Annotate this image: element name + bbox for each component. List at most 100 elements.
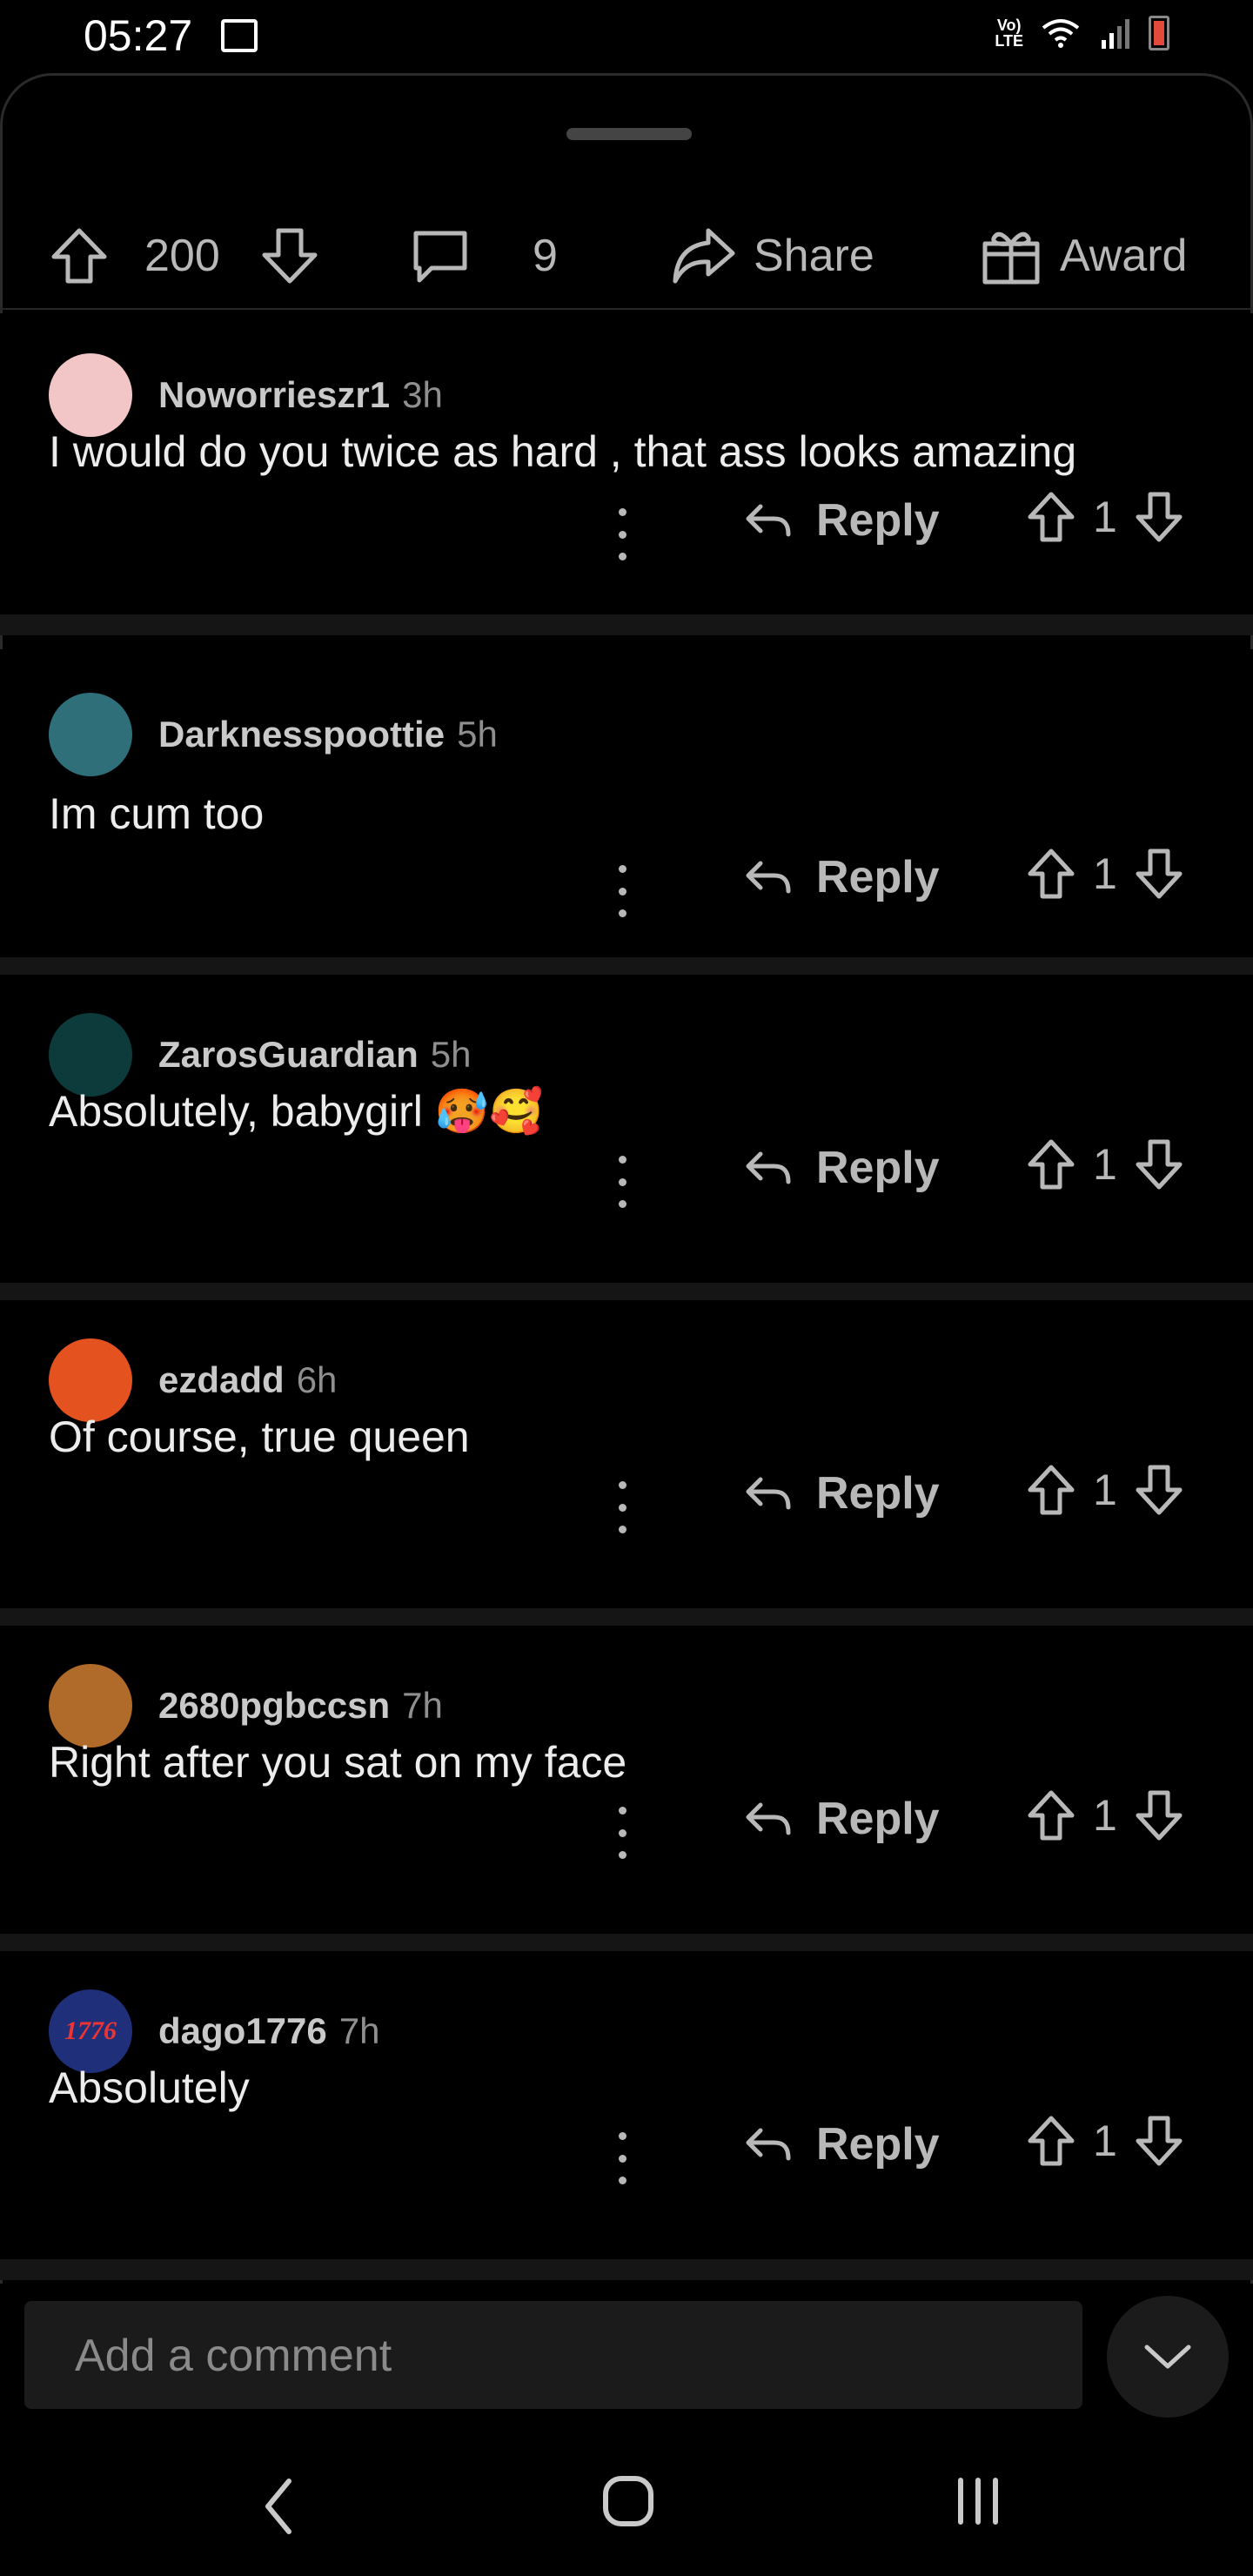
collapse-button[interactable] xyxy=(1107,2296,1229,2418)
reply-button[interactable]: Reply xyxy=(743,1467,940,1519)
home-icon[interactable] xyxy=(600,2473,656,2529)
reply-button[interactable]: Reply xyxy=(743,1142,940,1194)
reply-button[interactable]: Reply xyxy=(743,1793,940,1845)
award-label: Award xyxy=(1060,231,1188,281)
comment-downvote-icon[interactable] xyxy=(1135,491,1183,543)
reply-button[interactable]: Reply xyxy=(743,494,940,547)
battery-icon xyxy=(1149,16,1169,50)
comment-author[interactable]: ezdadd 6h xyxy=(158,1359,337,1401)
comment-upvote-icon[interactable] xyxy=(1027,491,1075,543)
author-name[interactable]: ZarosGuardian xyxy=(158,1034,419,1075)
comment-score: 1 xyxy=(1093,2116,1117,2165)
reply-icon xyxy=(743,1149,792,1187)
drag-handle[interactable] xyxy=(566,128,692,140)
reply-label: Reply xyxy=(816,1143,940,1193)
avatar[interactable] xyxy=(49,1338,132,1422)
comment-item: Darknesspoottie 5h Im cum too Reply 1 xyxy=(0,649,1253,957)
comment-count: 9 xyxy=(533,231,558,281)
comment-age: 6h xyxy=(296,1359,338,1400)
comment-author[interactable]: Darknesspoottie 5h xyxy=(158,714,498,755)
downvote-icon xyxy=(262,228,318,284)
chevron-down-icon xyxy=(1144,2345,1191,2369)
avatar[interactable] xyxy=(49,1664,132,1748)
comment-votes: 1 xyxy=(1027,1464,1183,1516)
more-options-button[interactable] xyxy=(609,2132,635,2184)
downvote-button[interactable] xyxy=(259,221,320,291)
reply-label: Reply xyxy=(816,1468,940,1519)
comment-body: Absolutely xyxy=(49,2063,250,2112)
comment-score: 1 xyxy=(1093,493,1117,541)
comment-upvote-icon[interactable] xyxy=(1027,1138,1075,1191)
comment-author[interactable]: dago1776 7h xyxy=(158,2010,379,2052)
comment-body: Of course, true queen xyxy=(49,1412,470,1461)
comment-item: 1776 dago1776 7h Absolutely Reply 1 xyxy=(0,1951,1253,2259)
avatar[interactable] xyxy=(49,693,132,776)
share-label: Share xyxy=(754,231,874,281)
upvote-icon xyxy=(51,228,107,284)
upvote-button[interactable] xyxy=(49,221,110,291)
more-options-button[interactable] xyxy=(609,865,635,917)
comment-downvote-icon[interactable] xyxy=(1135,1464,1183,1516)
comment-upvote-icon[interactable] xyxy=(1027,2115,1075,2167)
comment-age: 7h xyxy=(402,1685,443,1726)
comment-item: ZarosGuardian 5h Absolutely, babygirl 🥵🥰 … xyxy=(0,975,1253,1283)
author-name[interactable]: 2680pgbccsn xyxy=(158,1685,390,1726)
comment-score: 1 xyxy=(1093,849,1117,898)
volte-indicator: Vo) LTE xyxy=(995,17,1023,50)
comment-upvote-icon[interactable] xyxy=(1027,1464,1075,1516)
author-name[interactable]: Darknesspoottie xyxy=(158,714,445,755)
award-icon xyxy=(982,231,1040,285)
comment-author[interactable]: 2680pgbccsn 7h xyxy=(158,1685,443,1727)
comment-score: 1 xyxy=(1093,1466,1117,1514)
reply-icon xyxy=(743,2125,792,2163)
comment-author[interactable]: Noworrieszr1 3h xyxy=(158,374,443,416)
post-score: 200 xyxy=(144,231,220,281)
avatar[interactable]: 1776 xyxy=(49,1989,132,2073)
author-name[interactable]: ezdadd xyxy=(158,1359,285,1400)
comment-downvote-icon[interactable] xyxy=(1135,2115,1183,2167)
comment-input[interactable] xyxy=(73,2301,1069,2411)
author-name[interactable]: Noworrieszr1 xyxy=(158,374,390,415)
more-options-button[interactable] xyxy=(609,1807,635,1859)
comment-divider xyxy=(0,614,1253,635)
reply-icon xyxy=(743,1474,792,1513)
comment-body: Im cum too xyxy=(49,789,265,838)
reply-button[interactable]: Reply xyxy=(743,851,940,903)
author-name[interactable]: dago1776 xyxy=(158,2010,327,2051)
comment-downvote-icon[interactable] xyxy=(1135,1138,1183,1191)
reply-label: Reply xyxy=(816,1794,940,1844)
reply-icon xyxy=(743,858,792,896)
system-nav-bar xyxy=(0,2437,1253,2576)
comment-item: Noworrieszr1 3h I would do you twice as h… xyxy=(0,313,1253,614)
comment-age: 7h xyxy=(338,2010,380,2051)
comments-button[interactable] xyxy=(409,221,472,291)
share-button[interactable]: Share xyxy=(670,221,874,291)
back-icon[interactable] xyxy=(261,2476,296,2537)
recents-icon[interactable] xyxy=(954,2475,1002,2527)
reply-label: Reply xyxy=(816,495,940,546)
wifi-icon xyxy=(1042,19,1080,48)
comment-body: I would do you twice as hard , that ass … xyxy=(49,427,1077,476)
award-button[interactable]: Award xyxy=(980,221,1187,291)
comment-age: 5h xyxy=(457,714,498,755)
more-options-button[interactable] xyxy=(609,1481,635,1533)
add-comment-box[interactable] xyxy=(24,2301,1082,2411)
comment-item: ezdadd 6h Of course, true queen Reply 1 xyxy=(0,1300,1253,1608)
avatar[interactable] xyxy=(49,1013,132,1097)
comment-upvote-icon[interactable] xyxy=(1027,1789,1075,1841)
comment-votes: 1 xyxy=(1027,491,1183,543)
avatar[interactable] xyxy=(49,353,132,437)
reply-button[interactable]: Reply xyxy=(743,2118,940,2170)
comment-votes: 1 xyxy=(1027,1138,1183,1191)
comment-icon xyxy=(413,231,467,283)
comment-author[interactable]: ZarosGuardian 5h xyxy=(158,1034,471,1076)
comment-downvote-icon[interactable] xyxy=(1135,1789,1183,1841)
more-options-button[interactable] xyxy=(609,1156,635,1208)
comment-score: 1 xyxy=(1093,1791,1117,1840)
more-options-button[interactable] xyxy=(609,508,635,560)
gallery-notification-icon xyxy=(221,19,258,52)
comment-upvote-icon[interactable] xyxy=(1027,848,1075,900)
comment-downvote-icon[interactable] xyxy=(1135,848,1183,900)
comment-age: 3h xyxy=(402,374,443,415)
signal-icon xyxy=(1102,19,1129,49)
